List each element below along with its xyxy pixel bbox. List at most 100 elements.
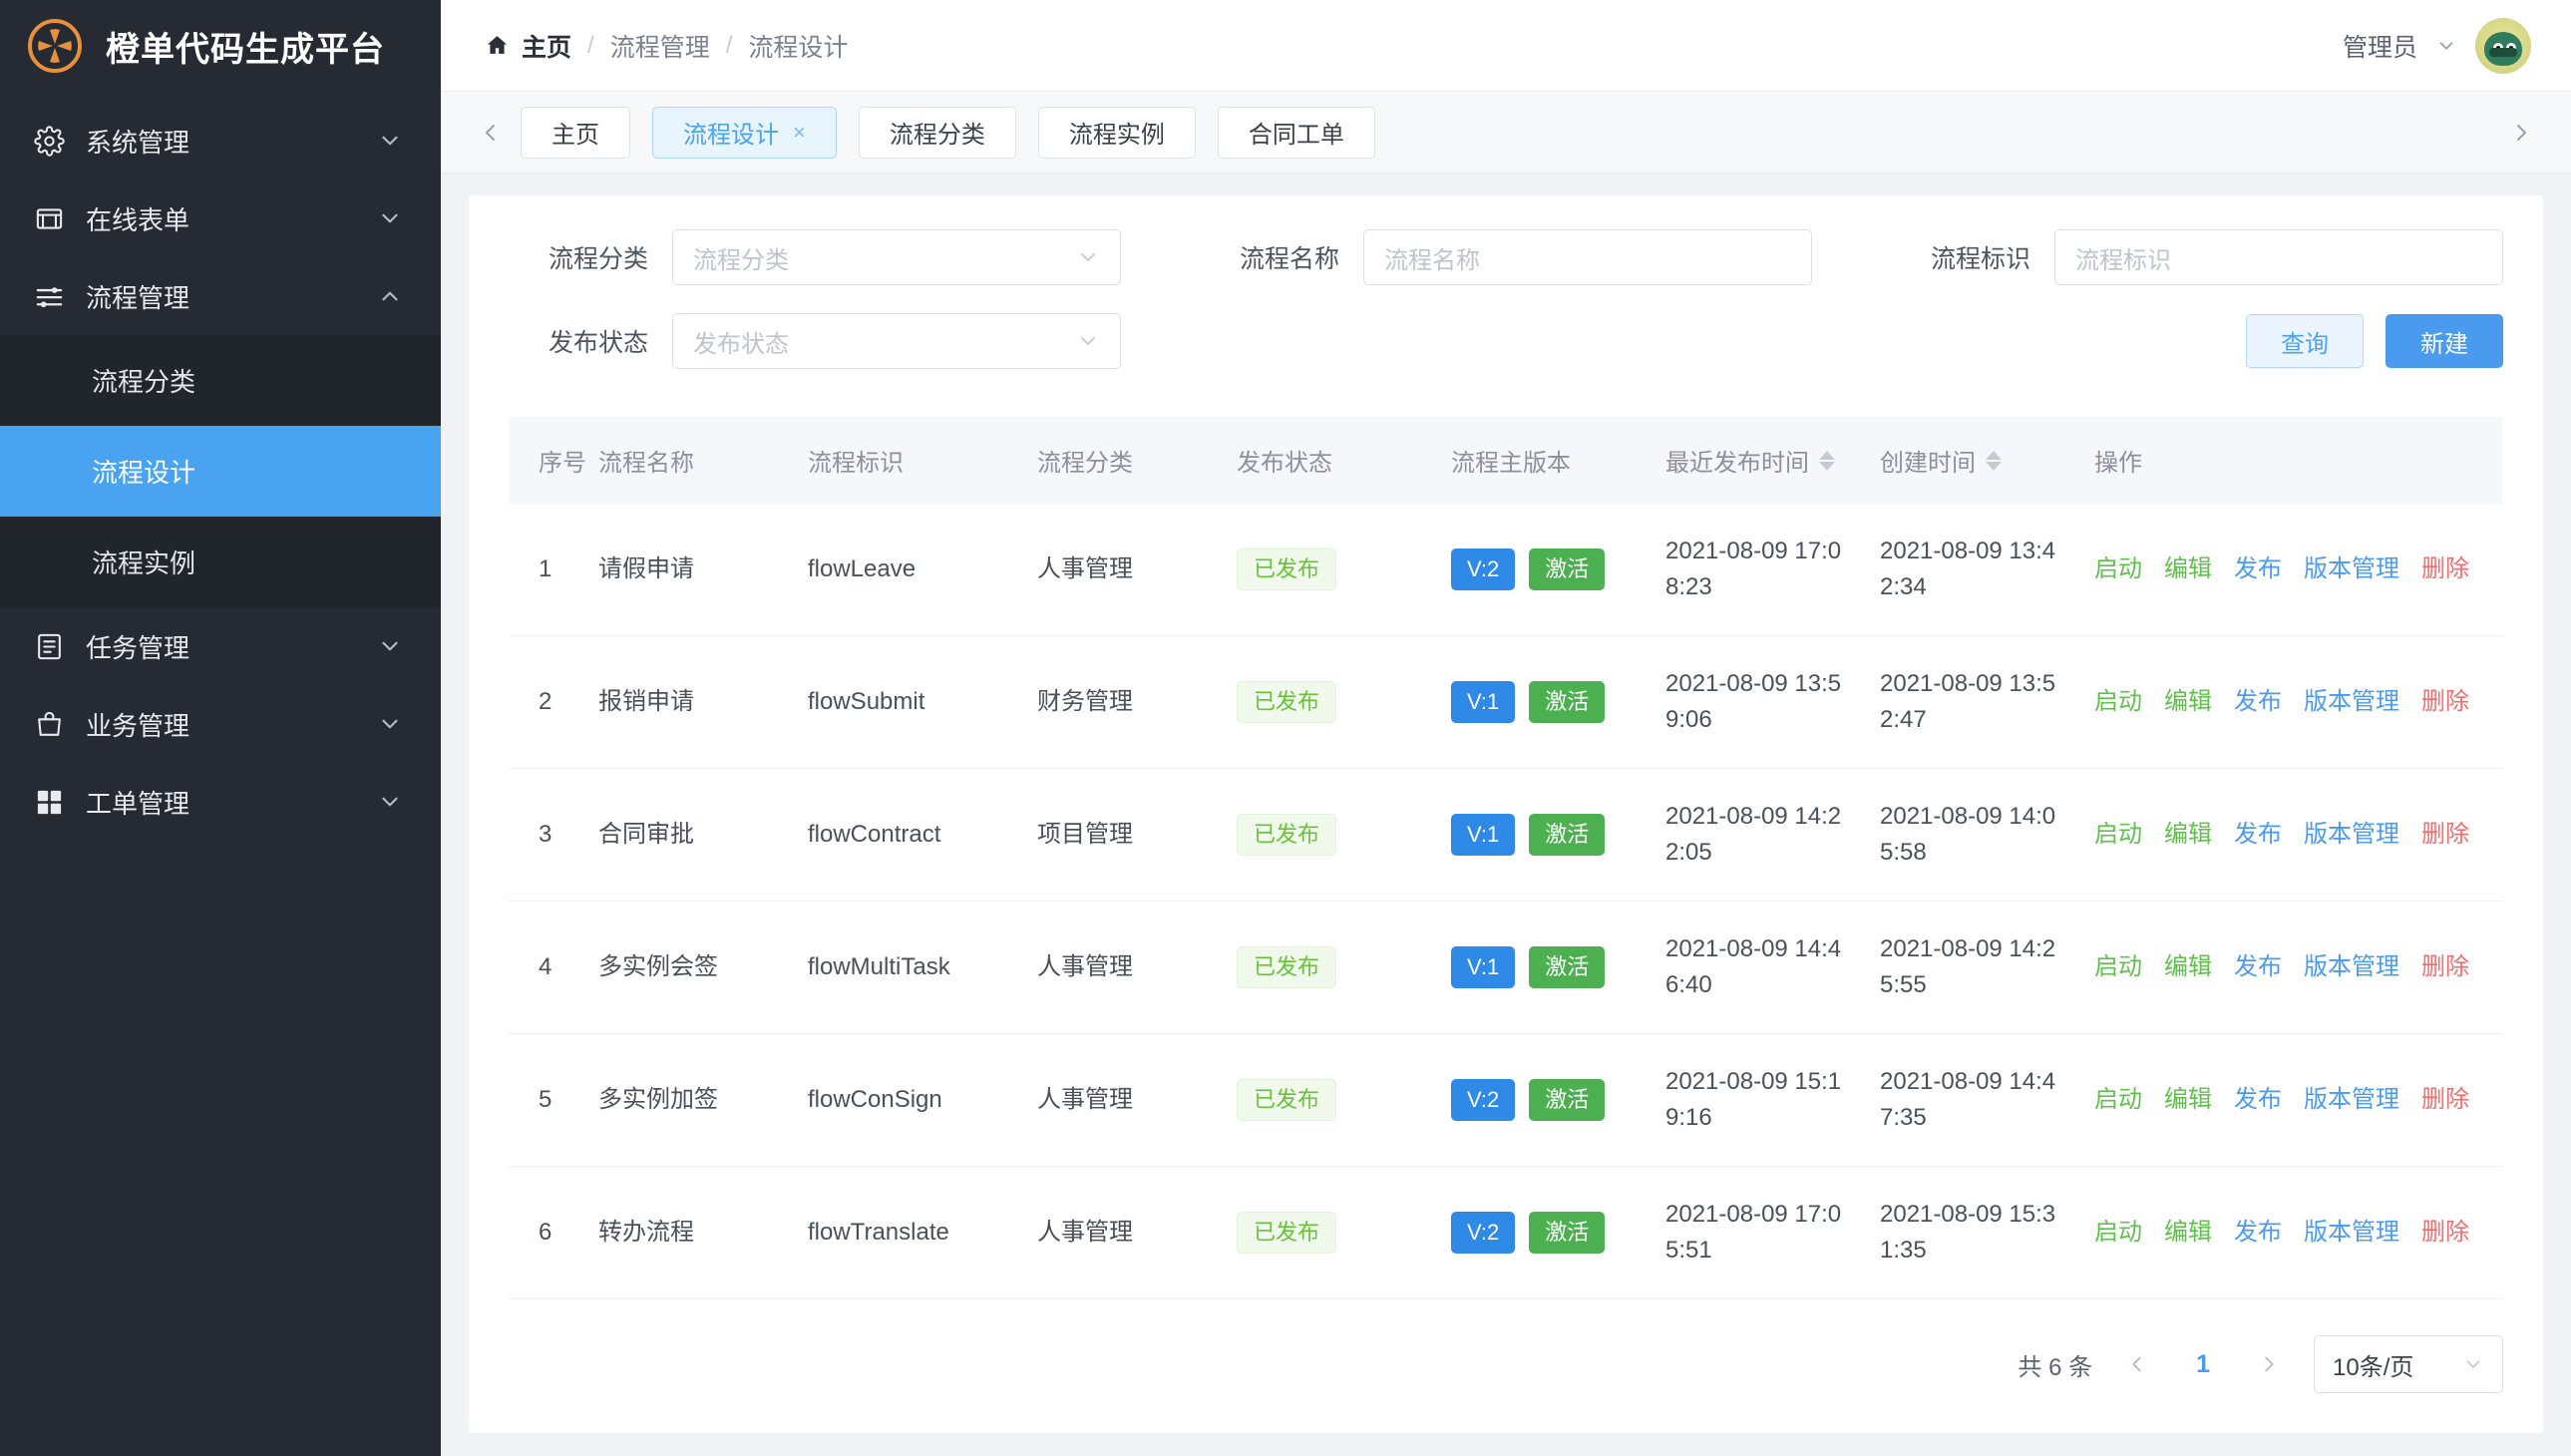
cell-text: flowTranslate [808,1219,949,1246]
tab-flow-category[interactable]: 流程分类 [858,106,1016,159]
sidebar-item-task-management[interactable]: 任务管理 [0,607,441,685]
column-header-created-at[interactable]: 创建时间 [1880,417,2094,504]
cell-text: 人事管理 [1037,953,1133,980]
cell-text: flowLeave [808,555,917,582]
action-delete-link[interactable]: 删除 [2421,551,2469,587]
action-edit-link[interactable]: 编辑 [2164,551,2212,587]
action-start-link[interactable]: 启动 [2094,1215,2142,1251]
cell-text: 2021-08-09 17:05:51 [1665,1201,1842,1264]
cell-text: flowContract [808,821,941,848]
version-tags: V:1 激活 [1451,681,1665,723]
cell-text: 合同审批 [598,821,694,848]
breadcrumb-item-flow-design[interactable]: 流程设计 [748,28,848,64]
cell-status: 已发布 [1237,1166,1451,1299]
breadcrumb-item-flow-management[interactable]: 流程管理 [610,28,710,64]
tab-label: 流程实例 [1068,122,1165,149]
action-delete-link[interactable]: 删除 [2421,1215,2469,1251]
tab-scroll-left-icon[interactable] [469,121,513,145]
column-label: 发布状态 [1237,450,1332,477]
action-publish-link[interactable]: 发布 [2234,949,2282,985]
action-version-manage-link[interactable]: 版本管理 [2304,949,2399,985]
pagination-page-1[interactable]: 1 [2182,1350,2224,1379]
brand[interactable]: 橙单代码生成平台 [0,0,441,92]
filter-category-group: 流程分类 流程分类 [509,229,1121,285]
action-publish-link[interactable]: 发布 [2234,817,2282,853]
sidebar-item-flow-management[interactable]: 流程管理 [0,257,441,335]
sidebar-menu: 系统管理 在线表单 流程管理 流程分类 流程设计 流程实例 任务管理 业务管理 … [0,92,441,1456]
pagination-page-size-select[interactable]: 10条/页 [2314,1335,2503,1393]
action-version-manage-link[interactable]: 版本管理 [2304,684,2399,720]
avatar-mouth [2489,47,2517,57]
action-delete-link[interactable]: 删除 [2421,817,2469,853]
column-header-category: 流程分类 [1037,417,1237,504]
action-start-link[interactable]: 启动 [2094,949,2142,985]
cell-text: 3 [539,821,552,848]
chevron-down-icon [377,128,403,154]
filter-category-select[interactable]: 流程分类 [672,229,1121,285]
action-delete-link[interactable]: 删除 [2421,949,2469,985]
action-edit-link[interactable]: 编辑 [2164,817,2212,853]
action-version-manage-link[interactable]: 版本管理 [2304,1082,2399,1118]
cell-category: 财务管理 [1037,635,1237,769]
create-button[interactable]: 新建 [2386,314,2503,368]
row-actions: 启动 编辑 发布 版本管理 删除 [2094,551,2503,587]
cell-category: 人事管理 [1037,504,1237,636]
action-edit-link[interactable]: 编辑 [2164,1215,2212,1251]
cell-index: 1 [509,504,598,636]
action-publish-link[interactable]: 发布 [2234,551,2282,587]
sidebar-item-system[interactable]: 系统管理 [0,102,441,180]
tab-scroll-right-icon[interactable] [2499,121,2543,145]
tab-flow-instance[interactable]: 流程实例 [1037,106,1196,159]
action-publish-link[interactable]: 发布 [2234,1082,2282,1118]
filter-category-placeholder: 流程分类 [693,246,789,274]
tab-home[interactable]: 主页 [521,106,630,159]
tab-contract-workorder[interactable]: 合同工单 [1217,106,1375,159]
sidebar-item-flow-design[interactable]: 流程设计 [0,426,441,517]
sidebar-item-workorder-management[interactable]: 工单管理 [0,763,441,841]
cell-name: 合同审批 [598,768,808,902]
cell-text: 人事管理 [1037,555,1133,582]
status-badge: 已发布 [1237,1212,1337,1254]
action-publish-link[interactable]: 发布 [2234,1215,2282,1251]
action-edit-link[interactable]: 编辑 [2164,949,2212,985]
list-doc-icon [32,629,66,663]
sidebar-item-online-form[interactable]: 在线表单 [0,180,441,257]
sidebar-item-business-management[interactable]: 业务管理 [0,685,441,763]
column-label: 流程名称 [598,450,694,477]
filter-status-select[interactable]: 发布状态 [672,313,1121,369]
sort-icon[interactable] [1986,450,2002,471]
pagination-prev-icon[interactable] [2118,1353,2156,1375]
action-delete-link[interactable]: 删除 [2421,1082,2469,1118]
action-start-link[interactable]: 启动 [2094,817,2142,853]
sidebar-item-flow-instance[interactable]: 流程实例 [0,517,441,607]
pagination-total: 共 6 条 [2018,1353,2093,1381]
sort-icon[interactable] [1819,450,1835,471]
action-start-link[interactable]: 启动 [2094,1082,2142,1118]
avatar[interactable] [2475,17,2531,74]
action-start-link[interactable]: 启动 [2094,684,2142,720]
action-publish-link[interactable]: 发布 [2234,684,2282,720]
cell-text: flowSubmit [808,688,925,715]
column-header-version: 流程主版本 [1451,417,1665,504]
action-version-manage-link[interactable]: 版本管理 [2304,1215,2399,1251]
sidebar-item-flow-category[interactable]: 流程分类 [0,335,441,426]
user-menu[interactable]: 管理员 [2342,17,2531,74]
column-header-published-at[interactable]: 最近发布时间 [1665,417,1880,504]
filter-key-input[interactable]: 流程标识 [2054,229,2503,285]
close-icon[interactable]: × [793,121,806,144]
pagination-next-icon[interactable] [2250,1353,2288,1375]
action-start-link[interactable]: 启动 [2094,551,2142,587]
cell-text: 2021-08-09 14:46:40 [1665,935,1842,998]
cell-category: 项目管理 [1037,768,1237,902]
tab-flow-design[interactable]: 流程设计 × [652,106,837,159]
user-name: 管理员 [2342,33,2417,62]
action-edit-link[interactable]: 编辑 [2164,1082,2212,1118]
search-button[interactable]: 查询 [2246,314,2364,368]
action-delete-link[interactable]: 删除 [2421,684,2469,720]
tab-strip: 主页 流程设计 × 流程分类 流程实例 合同工单 [441,92,2571,174]
action-edit-link[interactable]: 编辑 [2164,684,2212,720]
filter-name-input[interactable]: 流程名称 [1363,229,1812,285]
action-version-manage-link[interactable]: 版本管理 [2304,817,2399,853]
action-version-manage-link[interactable]: 版本管理 [2304,551,2399,587]
breadcrumb-home[interactable]: 主页 [485,28,571,64]
